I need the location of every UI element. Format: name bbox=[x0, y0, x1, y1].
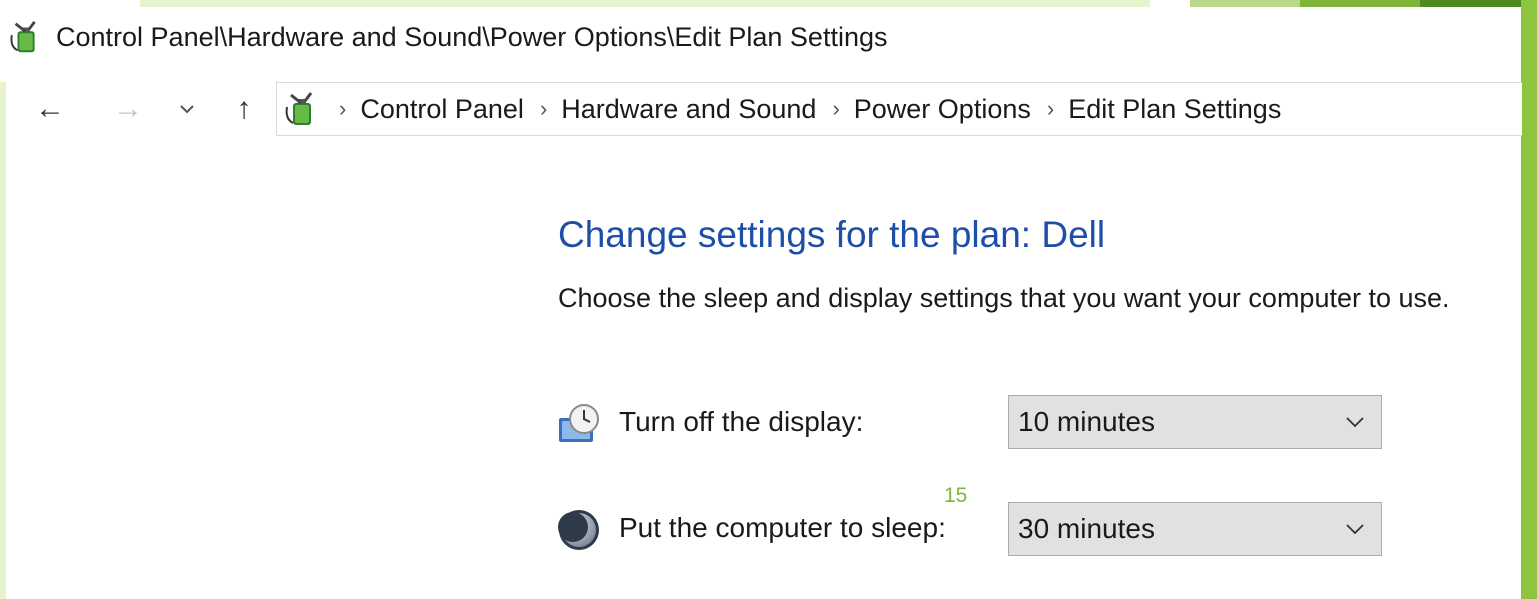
right-decor-edge bbox=[1521, 0, 1537, 599]
sleep-timeout-value: 30 minutes bbox=[1018, 513, 1155, 544]
recent-locations-button[interactable] bbox=[172, 82, 202, 136]
moon-sleep-icon bbox=[558, 510, 599, 550]
breadcrumb-control-panel[interactable]: Control Panel bbox=[360, 94, 524, 125]
chevron-down-icon bbox=[180, 105, 194, 114]
power-plug-battery-icon bbox=[285, 92, 313, 125]
display-timeout-dropdown[interactable]: 10 minutes bbox=[1008, 395, 1382, 449]
display-timeout-label: Turn off the display: bbox=[619, 406, 864, 437]
display-timeout-value: 10 minutes bbox=[1018, 406, 1155, 437]
chevron-down-icon bbox=[1346, 417, 1364, 428]
decor-band-light bbox=[1190, 0, 1300, 7]
display-clock-icon bbox=[559, 404, 599, 442]
breadcrumb-edit-plan-settings[interactable]: Edit Plan Settings bbox=[1068, 94, 1281, 125]
up-arrow-icon: ↑ bbox=[236, 92, 252, 125]
address-bar[interactable]: › Control Panel › Hardware and Sound › P… bbox=[276, 82, 1522, 136]
sleep-timeout-dropdown[interactable]: 30 minutes bbox=[1008, 502, 1382, 556]
up-button[interactable]: ↑ bbox=[224, 82, 264, 136]
left-decor-edge bbox=[0, 82, 6, 599]
power-plug-battery-icon bbox=[10, 20, 36, 53]
breadcrumb-hardware-and-sound[interactable]: Hardware and Sound bbox=[561, 94, 816, 125]
forward-arrow-icon: → bbox=[113, 92, 143, 125]
chevron-down-icon bbox=[1346, 524, 1364, 535]
navigation-bar: ← → ↑ › Control Panel › Hardware and Sou… bbox=[0, 82, 1522, 136]
top-right-decor bbox=[1150, 0, 1537, 7]
breadcrumb-separator-icon: › bbox=[832, 96, 840, 121]
breadcrumb-separator-icon: › bbox=[339, 96, 347, 121]
decor-band-mid bbox=[1300, 0, 1420, 7]
breadcrumb-separator-icon: › bbox=[539, 96, 548, 121]
annotation-label: 15 bbox=[944, 484, 968, 507]
back-button[interactable]: ← bbox=[30, 82, 70, 136]
window-titlebar: Control Panel\Hardware and Sound\Power O… bbox=[0, 9, 1521, 65]
sleep-timeout-label: Put the computer to sleep: bbox=[619, 512, 946, 543]
back-arrow-icon: ← bbox=[35, 92, 65, 125]
page-description: Choose the sleep and display settings th… bbox=[558, 283, 1450, 313]
page-title: Change settings for the plan: Dell bbox=[558, 214, 1106, 255]
decor-band-dark bbox=[1420, 0, 1537, 7]
breadcrumb-separator-icon: › bbox=[1046, 96, 1055, 121]
window-title: Control Panel\Hardware and Sound\Power O… bbox=[56, 21, 888, 52]
breadcrumb-power-options[interactable]: Power Options bbox=[854, 94, 1031, 125]
forward-button[interactable]: → bbox=[108, 82, 148, 136]
top-decor-strip bbox=[140, 0, 1160, 7]
